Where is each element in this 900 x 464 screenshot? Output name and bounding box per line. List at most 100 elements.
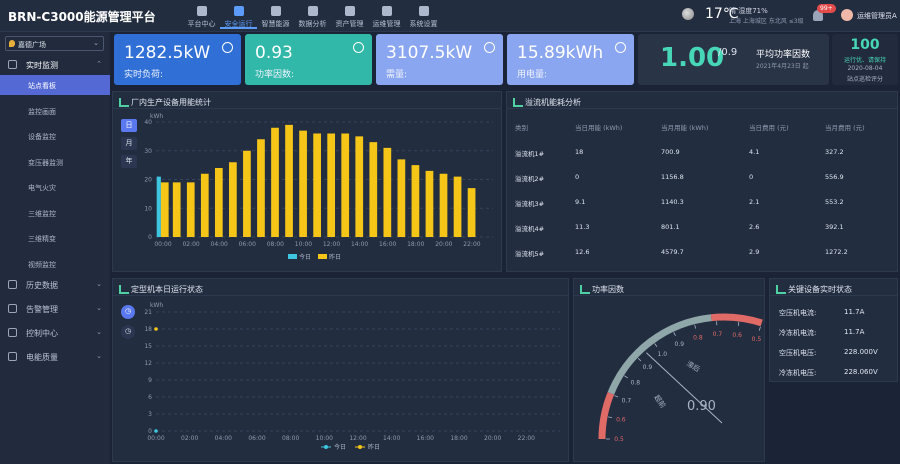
kpi-value: 15.89kWh [517, 43, 604, 63]
x-tick-label: 14:00 [383, 435, 400, 442]
column-header: 当月用能 (kWh) [661, 124, 709, 132]
table-cell: 700.9 [661, 148, 680, 156]
menu-group[interactable]: 告警管理 ⌄ [0, 299, 110, 317]
menu-group[interactable]: 控制中心 ⌄ [0, 323, 110, 341]
score-status: 运行优、请保持 [843, 57, 886, 64]
panel-title: 关键设备实时状态 [776, 284, 852, 295]
sidebar-item[interactable]: 设备监控 [0, 126, 110, 146]
gauge-tick-label: 1.0 [658, 351, 668, 358]
legend-label: 昨日 [329, 253, 341, 261]
table-cell: 1272.2 [825, 248, 848, 256]
chart-icon [307, 6, 318, 16]
sidebar-item[interactable]: 三维监控 [0, 203, 110, 223]
sidebar-item[interactable]: 视频监控 [0, 254, 110, 274]
sidebar-item[interactable]: 监控画面 [0, 101, 110, 121]
chevron-down-icon: ⌄ [96, 328, 102, 336]
menu-group-label: 电能质量 [26, 353, 58, 362]
table-cell: 2.1 [749, 198, 760, 206]
table-cell: 溢流机2# [515, 175, 545, 183]
database-icon [344, 6, 355, 16]
gauge-tick-label: 0.6 [732, 332, 742, 339]
x-tick-label: 02:00 [181, 435, 198, 442]
power-factor-gauge: 0.5 0.6 0.7 0.8 0.9 1.0 0.9 0.8 0.7 0.6 0.5 超前 滞后 0.9… [598, 313, 763, 443]
nav-shield[interactable]: 安全运行 [220, 3, 257, 29]
x-tick-label: 06:00 [248, 435, 265, 442]
nav-label: 数据分析 [298, 20, 327, 28]
gauge-lag-label: 滞后 [685, 359, 702, 374]
table-cell: 392.1 [825, 223, 844, 231]
gauge-tick-label: 0.5 [752, 336, 762, 343]
runtime-line-chart: kWh 0 3 6 9 12 15 18 21 00:00 02:00 04:00 06:00 08:00… [144, 302, 560, 451]
nav-label: 系统设置 [409, 20, 438, 28]
nav-home[interactable]: 平台中心 [183, 3, 220, 29]
status-label: 空压机电压: [779, 349, 817, 357]
tab-year[interactable]: 年 [121, 155, 137, 168]
menu-group-label: 控制中心 [26, 329, 58, 338]
table-cell: 溢流机1# [515, 150, 545, 158]
home-icon [196, 6, 207, 16]
gear-icon [418, 6, 429, 16]
nav-wrench[interactable]: 运维管理 [368, 3, 405, 29]
table-cell: 553.2 [825, 198, 844, 206]
menu-group[interactable]: 电能质量 ⌄ [0, 347, 110, 365]
gauge-arc-red [710, 313, 763, 327]
x-tick-label: 08:00 [267, 241, 284, 248]
location-selector[interactable]: 嘉德广场 ⌄ [5, 36, 104, 51]
table-cell: 18 [575, 148, 584, 156]
sidebar-item[interactable]: 三维精变 [0, 228, 110, 248]
menu-group-icon [8, 328, 17, 337]
nav-leaf[interactable]: 智慧能源 [257, 3, 294, 29]
gauge-tick-label: 0.9 [643, 364, 653, 371]
score-card: 100 运行优、请保持 2020-08-04 站点巡检评分 [832, 34, 898, 85]
bar-昨日 [172, 182, 181, 237]
y-tick-label: 30 [144, 148, 152, 155]
power-factor-gauge-panel: 功率因数 0.5 0.6 0.7 0.8 0.9 1.0 0.9 0.8 0.7 0.6 0.5 超前… [573, 278, 765, 462]
avatar[interactable] [841, 9, 853, 21]
bar-昨日 [257, 139, 265, 237]
x-tick-label: 22:00 [463, 241, 480, 248]
nav-gear[interactable]: 系统设置 [405, 3, 442, 29]
weather-line2: 上海 上海城区 东北风 ≤3级 [729, 18, 804, 25]
gauge-tick-label: 0.6 [616, 416, 626, 423]
table-cell: 9.1 [575, 198, 586, 206]
y-tick-label: 6 [148, 394, 152, 401]
table-row: 溢流机5# 12.6 4579.7 2.9 1272.2 [507, 248, 897, 272]
kpi-label: 用电量: [517, 70, 548, 80]
point-昨日 [154, 327, 158, 331]
tab-day[interactable]: 日 [121, 119, 137, 132]
shield-icon [233, 6, 244, 16]
menu-group-icon [8, 304, 17, 313]
nav-chart[interactable]: 数据分析 [294, 3, 331, 29]
kpi-value: 1282.5kW [124, 43, 211, 63]
bar-昨日 [411, 165, 420, 237]
sidebar-item[interactable]: 电气火灾 [0, 177, 110, 197]
tab-month[interactable]: 月 [121, 137, 137, 150]
sidebar-item[interactable]: 变压器监测 [0, 152, 110, 172]
x-tick-label: 22:00 [518, 435, 535, 442]
sidebar-item[interactable]: 站点看板 [0, 75, 110, 95]
user-name[interactable]: 运维管理员A [857, 11, 897, 21]
kpi-value: 0.93 [255, 43, 293, 63]
table-cell: 556.9 [825, 173, 844, 181]
bar-昨日 [313, 133, 321, 237]
table-cell: 2.9 [749, 248, 760, 256]
menu-group[interactable]: 实时监测 ⌃ [0, 55, 110, 73]
sidebar: 嘉德广场 ⌄ 实时监测 ⌃ 站点看板监控画面设备监控变压器监测电气火灾三维监控三维精… [0, 32, 110, 464]
chevron-up-icon: ⌃ [96, 60, 102, 68]
x-tick-label: 18:00 [450, 435, 467, 442]
bar-昨日 [200, 173, 209, 237]
menu-group-icon [8, 60, 17, 69]
y-tick-label: 10 [144, 205, 152, 212]
status-value: 11.7A [844, 308, 865, 316]
nav-database[interactable]: 资产管理 [331, 3, 368, 29]
x-tick-label: 16:00 [417, 435, 434, 442]
bar-昨日 [453, 176, 462, 237]
gauge-value: 0.90 [687, 399, 716, 414]
location-label: 嘉德广场 [18, 41, 46, 49]
pf-date: 2021年4月23日 起 [756, 63, 809, 70]
bar-昨日 [186, 182, 195, 237]
menu-group-label: 历史数据 [26, 281, 58, 290]
menu-group[interactable]: 历史数据 ⌄ [0, 275, 110, 293]
table-cell: 801.1 [661, 223, 680, 231]
gauge-tick [673, 332, 676, 337]
